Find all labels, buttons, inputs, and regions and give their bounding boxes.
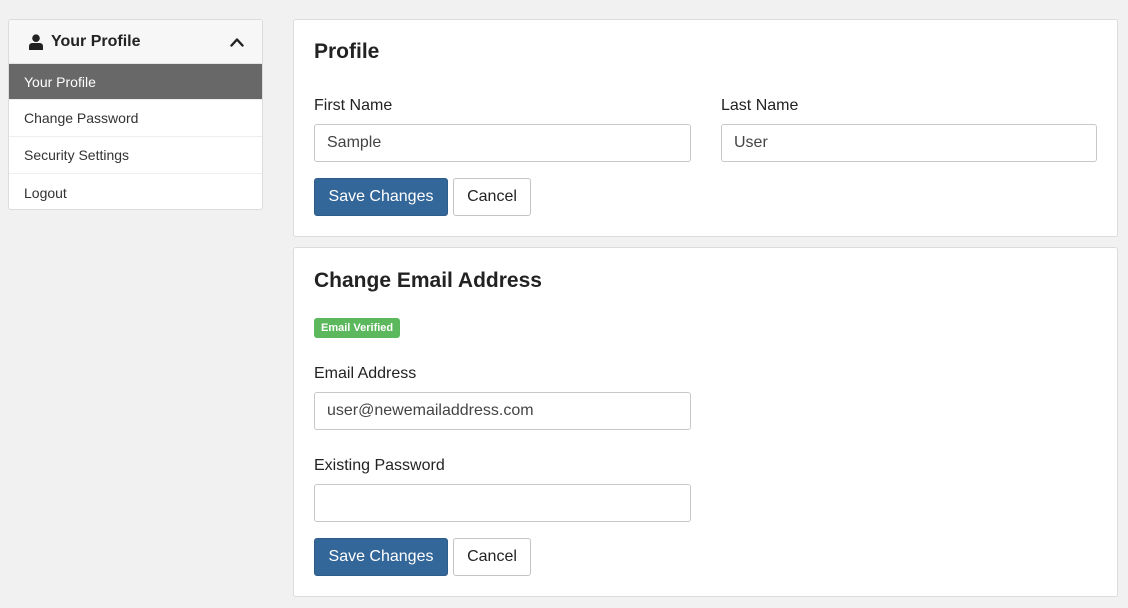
profile-sidebar: Your Profile Your Profile Change Passwor…	[8, 19, 263, 210]
existing-password-label: Existing Password	[314, 457, 445, 474]
last-name-input[interactable]	[721, 124, 1097, 162]
chevron-up-icon[interactable]	[230, 37, 244, 47]
profile-save-button[interactable]: Save Changes	[314, 178, 448, 216]
email-address-label: Email Address	[314, 365, 417, 382]
first-name-input[interactable]	[314, 124, 691, 162]
profile-title: Profile	[314, 40, 380, 63]
email-verified-badge: Email Verified	[314, 318, 401, 338]
sidebar-item-security-settings[interactable]: Security Settings	[9, 137, 262, 174]
sidebar-header[interactable]: Your Profile	[9, 20, 262, 64]
sidebar-item-label: Logout	[24, 184, 67, 201]
first-name-label: First Name	[314, 97, 393, 114]
email-cancel-button[interactable]: Cancel	[453, 538, 531, 576]
profile-card: Profile First Name Last Name Save Change…	[293, 19, 1118, 237]
sidebar-item-label: Change Password	[24, 110, 139, 126]
sidebar-item-label: Security Settings	[24, 147, 130, 163]
existing-password-input[interactable]	[314, 484, 691, 522]
change-email-card: Change Email Address Email Verified Emai…	[293, 247, 1118, 597]
profile-cancel-button[interactable]: Cancel	[453, 178, 531, 216]
change-email-title: Change Email Address	[314, 269, 542, 292]
sidebar-item-your-profile[interactable]: Your Profile	[9, 64, 262, 100]
user-icon	[29, 33, 43, 50]
sidebar-item-logout[interactable]: Logout	[9, 174, 262, 209]
sidebar-item-change-password[interactable]: Change Password	[9, 100, 262, 137]
email-address-input[interactable]	[314, 392, 691, 430]
sidebar-item-label: Your Profile	[24, 73, 96, 90]
email-save-button[interactable]: Save Changes	[314, 538, 448, 576]
last-name-label: Last Name	[721, 97, 799, 114]
sidebar-header-title: Your Profile	[51, 32, 141, 50]
